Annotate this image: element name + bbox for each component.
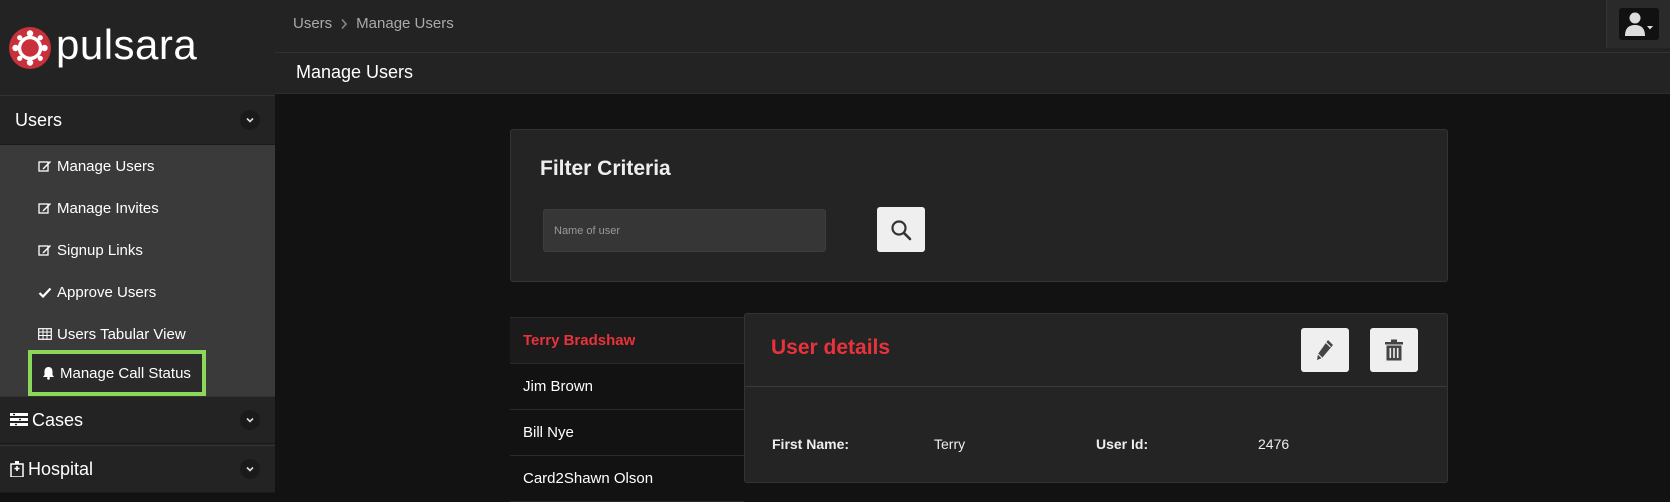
list-item[interactable]: Terry Bradshaw xyxy=(510,317,744,364)
sidebar-section-users[interactable]: Users xyxy=(0,95,275,145)
list-item[interactable]: Bill Nye xyxy=(510,409,744,456)
breadcrumb: Users Manage Users xyxy=(293,15,454,32)
brand-name: pulsara xyxy=(56,20,198,68)
sidebar-item-approve-users[interactable]: Approve Users xyxy=(38,280,156,304)
submenu-items: Manage Users Manage Invites Signup Links… xyxy=(0,145,275,400)
sidebar-item-manage-invites[interactable]: Manage Invites xyxy=(38,196,159,220)
logo[interactable]: pulsara xyxy=(0,0,275,95)
sidebar-item-signup-links[interactable]: Signup Links xyxy=(38,238,143,262)
check-icon xyxy=(38,287,52,298)
edit-icon xyxy=(38,160,51,172)
trash-icon xyxy=(1385,339,1403,361)
list-item[interactable]: Card2Shawn Olson xyxy=(510,455,744,502)
filter-title: Filter Criteria xyxy=(540,157,671,180)
chevron-down-icon[interactable] xyxy=(240,459,260,479)
details-header: User details xyxy=(745,314,1447,387)
sidebar-item-manage-users[interactable]: Manage Users xyxy=(38,154,155,178)
user-avatar-icon xyxy=(1624,12,1653,36)
user-id-value: 2476 xyxy=(1258,436,1290,452)
search-icon xyxy=(891,219,912,240)
search-input[interactable] xyxy=(543,209,826,252)
cases-icon xyxy=(10,413,28,427)
user-menu-button[interactable] xyxy=(1606,0,1670,48)
sidebar-item-label: Manage Call Status xyxy=(60,364,191,382)
chevron-right-icon xyxy=(340,18,348,30)
breadcrumb-item-users[interactable]: Users xyxy=(293,15,332,32)
chevron-down-icon[interactable] xyxy=(240,410,260,430)
delete-button[interactable] xyxy=(1370,328,1418,372)
sidebar-item-label: Signup Links xyxy=(57,241,143,259)
hospital-icon xyxy=(10,461,24,477)
sidebar-item-users-tabular-view[interactable]: Users Tabular View xyxy=(38,322,186,346)
first-name-value: Terry xyxy=(934,436,966,452)
bell-icon xyxy=(43,367,54,380)
breadcrumb-item-manage-users: Manage Users xyxy=(356,15,454,32)
user-id-label: User Id: xyxy=(1096,436,1149,452)
user-details-panel: User details First Name: Terry User Id: … xyxy=(744,313,1448,483)
filter-panel: Filter Criteria xyxy=(510,129,1448,282)
details-title: User details xyxy=(771,336,891,359)
search-button[interactable] xyxy=(877,207,925,252)
sidebar-section-label: Users xyxy=(15,109,63,130)
page-title: Manage Users xyxy=(296,62,414,82)
edit-icon xyxy=(38,202,51,214)
edit-icon xyxy=(38,244,51,256)
sidebar-item-label: Users Tabular View xyxy=(57,325,186,343)
table-icon xyxy=(38,328,52,340)
page-title-bar: Manage Users xyxy=(275,53,1670,94)
sidebar-section-hospital[interactable]: Hospital xyxy=(0,445,275,493)
first-name-label: First Name: xyxy=(772,436,850,452)
sidebar-item-label: Manage Invites xyxy=(57,199,159,217)
pulsara-logo-icon xyxy=(9,26,51,69)
sidebar-item-manage-call-status[interactable]: Manage Call Status xyxy=(28,350,206,396)
edit-button[interactable] xyxy=(1301,328,1349,372)
sidebar-section-label: Cases xyxy=(32,409,84,430)
topbar: Users Manage Users xyxy=(275,0,1670,53)
sidebar-section-cases[interactable]: Cases xyxy=(0,396,275,444)
user-list: Terry Bradshaw Jim Brown Bill Nye Card2S… xyxy=(510,317,744,502)
list-item[interactable]: Jim Brown xyxy=(510,363,744,410)
sidebar-section-label: Hospital xyxy=(28,458,94,479)
pencil-icon xyxy=(1317,340,1333,360)
sidebar-item-label: Approve Users xyxy=(57,283,157,301)
sidebar-item-label: Manage Users xyxy=(57,157,155,175)
chevron-down-icon[interactable] xyxy=(240,110,260,130)
